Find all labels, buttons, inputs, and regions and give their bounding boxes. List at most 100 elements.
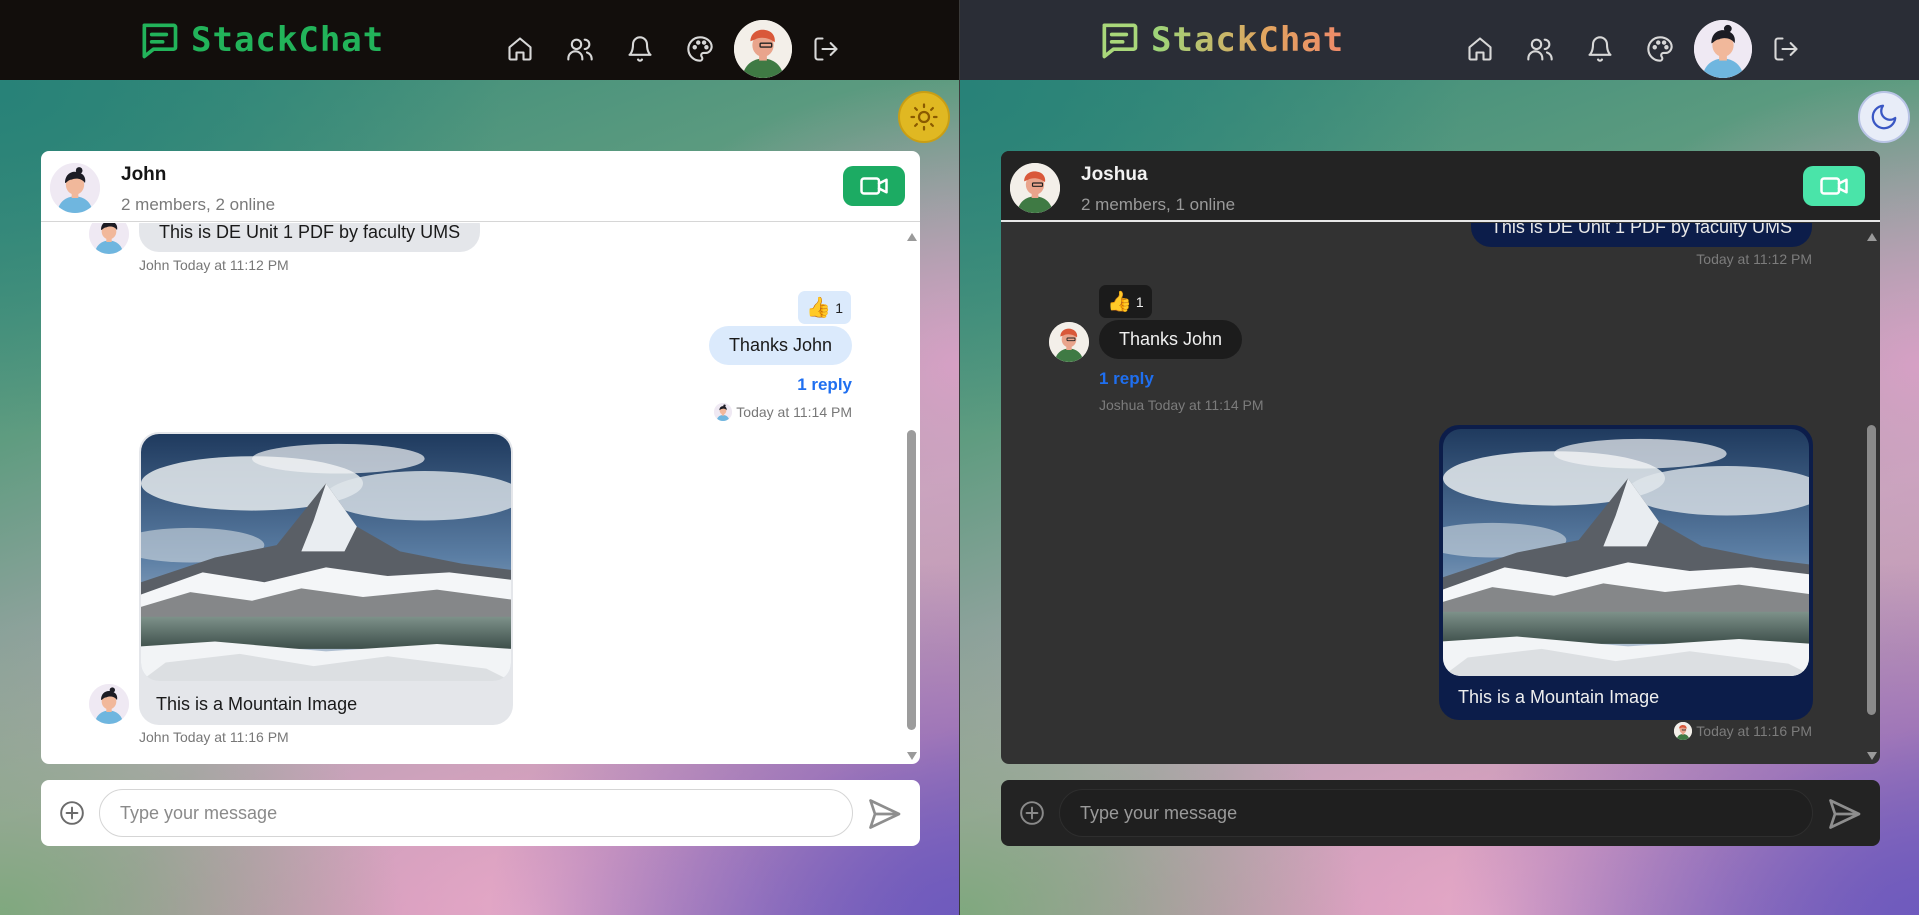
avatar-icon xyxy=(50,163,100,213)
message-meta: John Today at 11:16 PM xyxy=(139,729,289,745)
avatar-icon xyxy=(89,684,129,724)
reaction-badge[interactable]: 👍 1 xyxy=(798,291,851,324)
message-bubble[interactable]: This is DE Unit 1 PDF by faculty UMS xyxy=(1470,223,1812,247)
home-button[interactable] xyxy=(500,29,540,69)
scrollbar-thumb[interactable] xyxy=(1867,425,1876,715)
send-icon[interactable] xyxy=(1826,796,1862,832)
chat-title: John xyxy=(121,164,167,185)
thumbs-up-icon: 👍 xyxy=(1107,291,1132,313)
message-bubble[interactable]: This is DE Unit 1 PDF by faculty UMS xyxy=(139,223,481,252)
profile-avatar[interactable] xyxy=(734,20,792,78)
brand-logo[interactable]: StackChat xyxy=(1097,18,1344,62)
add-attachment-icon[interactable] xyxy=(59,800,85,826)
avatar-icon xyxy=(1049,322,1089,362)
replies-link[interactable]: 1 reply xyxy=(1099,369,1154,389)
message-meta: Today at 11:16 PM xyxy=(1674,722,1812,740)
sender-avatar[interactable] xyxy=(89,684,129,724)
notifications-button[interactable] xyxy=(1580,29,1620,69)
sender-name: Joshua xyxy=(1099,397,1145,413)
mountain-image[interactable] xyxy=(1443,429,1809,676)
message-meta: Joshua Today at 11:14 PM xyxy=(1099,397,1264,413)
theme-palette-button[interactable] xyxy=(680,29,720,69)
moon-icon xyxy=(1871,104,1897,130)
scrollbar[interactable] xyxy=(1864,228,1878,764)
message-list[interactable]: This is DE Unit 1 PDF by faculty UMS Tod… xyxy=(1001,223,1880,764)
sender-avatar[interactable] xyxy=(1049,322,1089,362)
sender-avatar[interactable] xyxy=(89,223,129,254)
chat-logo-icon xyxy=(1102,23,1138,59)
sender-avatar xyxy=(714,403,733,421)
logout-button[interactable] xyxy=(1766,29,1806,69)
palette-icon xyxy=(687,36,713,62)
home-icon xyxy=(508,37,532,61)
users-icon xyxy=(567,38,593,61)
logout-icon xyxy=(1774,37,1798,61)
logout-button[interactable] xyxy=(806,29,846,69)
message-input[interactable] xyxy=(1059,789,1813,837)
avatar-icon xyxy=(714,403,732,421)
home-icon xyxy=(1468,37,1492,61)
image-message[interactable]: This is a Mountain Image xyxy=(139,432,513,725)
scrollbar[interactable] xyxy=(904,228,918,764)
profile-avatar[interactable] xyxy=(1694,20,1752,78)
navbar: StackChat xyxy=(0,0,959,80)
message-time: Today at 11:14 PM xyxy=(1147,397,1264,413)
mountain-photo-icon xyxy=(141,434,511,681)
video-call-button[interactable] xyxy=(843,166,905,206)
scroll-down-arrow-icon[interactable] xyxy=(1867,752,1877,760)
users-button[interactable] xyxy=(1520,29,1560,69)
chat-window: Joshua 2 members, 1 online This is DE Un… xyxy=(1001,151,1880,764)
message-time: Today at 11:16 PM xyxy=(173,729,289,745)
send-icon[interactable] xyxy=(866,796,902,832)
chat-window: John 2 members, 2 online This is DE Unit… xyxy=(41,151,920,764)
home-button[interactable] xyxy=(1460,29,1500,69)
avatar-icon xyxy=(1674,722,1692,740)
image-message[interactable]: This is a Mountain Image xyxy=(1439,425,1813,720)
scroll-down-arrow-icon[interactable] xyxy=(907,752,917,760)
message-time: Today at 11:12 PM xyxy=(1696,251,1812,267)
message-meta: Today at 11:12 PM xyxy=(1696,251,1812,267)
users-button[interactable] xyxy=(560,29,600,69)
notifications-button[interactable] xyxy=(620,29,660,69)
group-avatar[interactable] xyxy=(1010,163,1060,213)
message-bubble[interactable]: Thanks John xyxy=(1099,320,1243,359)
avatar-icon xyxy=(89,223,129,254)
image-caption: This is a Mountain Image xyxy=(156,694,358,714)
dark-theme-pane: StackChat Joshua 2 members, 1 online Thi… xyxy=(960,0,1919,915)
mountain-image[interactable] xyxy=(141,434,511,681)
light-theme-pane: StackChat John 2 members, 2 online This … xyxy=(0,0,959,915)
scroll-up-arrow-icon[interactable] xyxy=(907,233,917,241)
theme-toggle-button[interactable] xyxy=(1858,91,1910,143)
scroll-up-arrow-icon[interactable] xyxy=(1867,233,1877,241)
sender-name: John xyxy=(139,257,170,273)
group-avatar[interactable] xyxy=(50,163,100,213)
chat-header: John 2 members, 2 online xyxy=(41,151,920,222)
video-call-button[interactable] xyxy=(1803,166,1865,206)
add-attachment-icon[interactable] xyxy=(1019,800,1045,826)
chat-title: Joshua xyxy=(1081,164,1148,185)
theme-palette-button[interactable] xyxy=(1640,29,1680,69)
chat-header: Joshua 2 members, 1 online xyxy=(1001,151,1880,222)
brand-name: StackChat xyxy=(191,20,385,60)
message-composer xyxy=(41,780,920,846)
sun-icon xyxy=(910,103,938,131)
message-list[interactable]: This is DE Unit 1 PDF by faculty UMS Joh… xyxy=(41,223,920,764)
thumbs-up-icon: 👍 xyxy=(806,297,832,319)
scrollbar-thumb[interactable] xyxy=(907,430,916,730)
reaction-badge[interactable]: 👍 1 xyxy=(1099,285,1152,318)
chat-members-status: 2 members, 2 online xyxy=(121,195,276,214)
replies-link[interactable]: 1 reply xyxy=(797,375,852,395)
message-time: Today at 11:16 PM xyxy=(1696,723,1812,739)
chat-logo-icon xyxy=(142,23,178,59)
users-icon xyxy=(1527,38,1553,61)
avatar-icon xyxy=(734,20,792,78)
brand-name: StackChat xyxy=(1151,20,1345,60)
image-caption: This is a Mountain Image xyxy=(1458,687,1660,707)
message-composer xyxy=(1001,780,1880,846)
theme-toggle-button[interactable] xyxy=(898,91,950,143)
palette-icon xyxy=(1647,36,1673,62)
message-bubble[interactable]: Thanks John xyxy=(708,326,852,365)
message-input[interactable] xyxy=(99,789,853,837)
message-time: Today at 11:14 PM xyxy=(736,404,852,420)
brand-logo[interactable]: StackChat xyxy=(137,18,384,62)
